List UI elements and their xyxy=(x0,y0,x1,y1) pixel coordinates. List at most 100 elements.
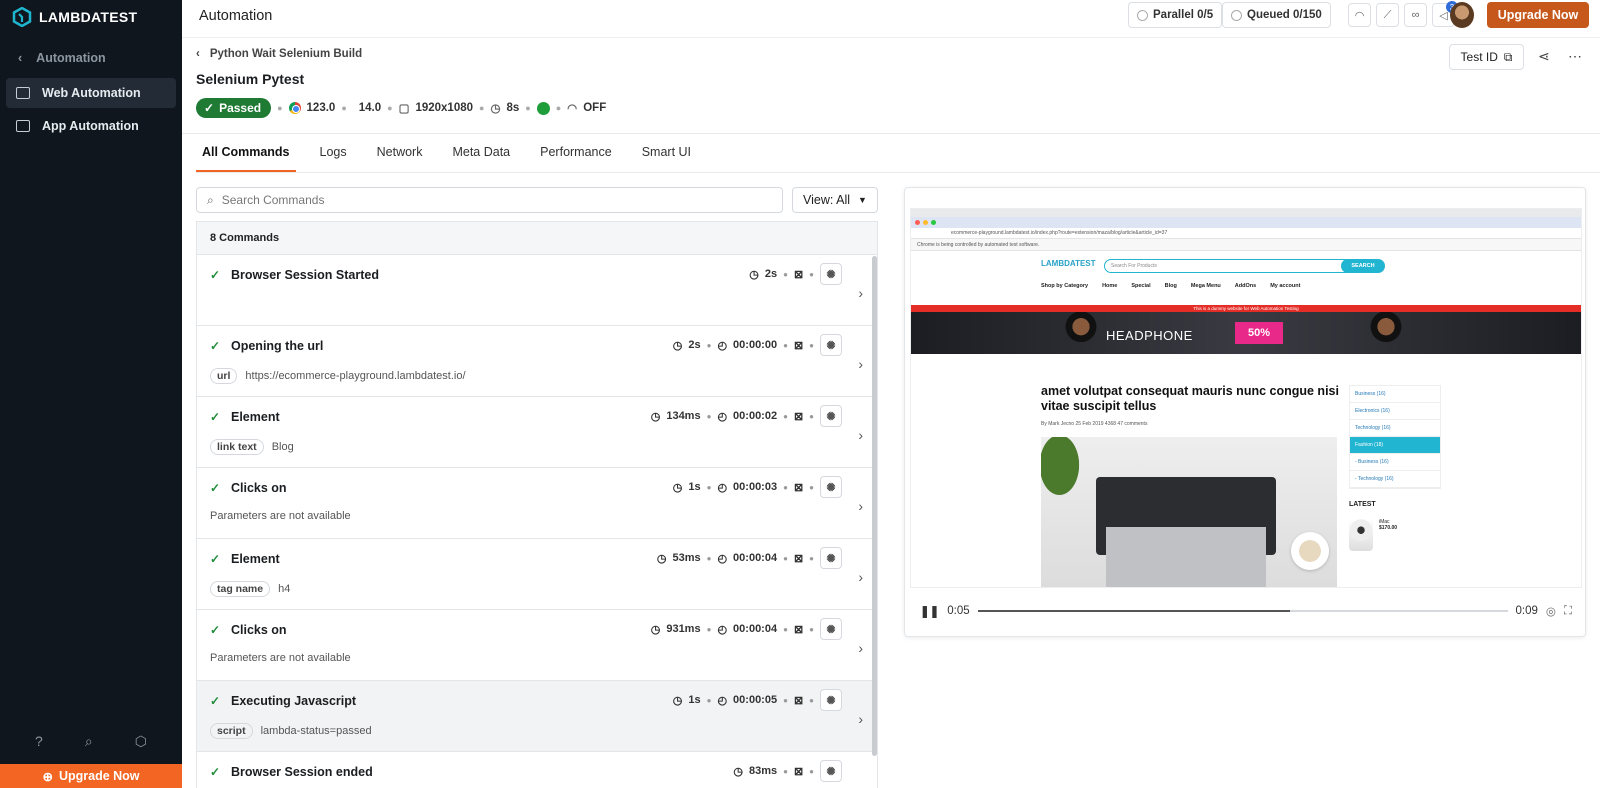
command-timestamp: 00:00:05 xyxy=(733,694,778,706)
command-row[interactable]: ✓ Executing Javascript ◷ 1s ● ◴ 00:00:05 ● ⊠ ● ✺ sc… xyxy=(197,681,877,752)
video-frame[interactable]: ecommerce-playground.lambdatest.io/index… xyxy=(910,208,1582,588)
chevron-right-icon[interactable]: › xyxy=(858,356,863,372)
site-notice-strip: This is a dummy website for Web Automati… xyxy=(911,305,1581,312)
check-icon: ✓ xyxy=(210,339,221,353)
chevron-right-icon[interactable]: › xyxy=(858,285,863,301)
integrations-button[interactable]: ∞ xyxy=(1404,3,1427,27)
bug-icon: ✺ xyxy=(826,339,836,352)
param-tag: tag name xyxy=(210,581,271,597)
separator: ● xyxy=(555,103,562,113)
test-id-button[interactable]: Test ID ⧉ xyxy=(1449,44,1524,70)
sidebar-item-app-automation[interactable]: App Automation xyxy=(6,111,176,141)
separator: ● xyxy=(479,103,485,113)
report-bug-button[interactable]: ✺ xyxy=(820,405,842,427)
report-bug-button[interactable]: ✺ xyxy=(820,334,842,356)
command-row[interactable]: ✓ Element ◷ 134ms ● ◴ 00:00:02 ● ⊠ ● ✺ link text Blo… xyxy=(197,397,877,468)
search-icon[interactable]: ⌕ xyxy=(85,733,93,750)
report-bug-button[interactable]: ✺ xyxy=(820,476,842,498)
breadcrumb[interactable]: ‹ Python Wait Selenium Build xyxy=(196,48,362,60)
report-bug-button[interactable]: ✺ xyxy=(820,760,842,782)
bug-icon: ✺ xyxy=(826,481,836,494)
report-bug-button[interactable]: ✺ xyxy=(820,547,842,569)
video-progress-track[interactable] xyxy=(977,610,1508,612)
clock-icon: ◷ xyxy=(650,410,661,423)
commands-scrollbar[interactable] xyxy=(872,256,877,756)
command-duration: 1s xyxy=(688,481,701,493)
separator: ● xyxy=(809,340,814,350)
tab-smart-ui[interactable]: Smart UI xyxy=(636,134,697,172)
pause-icon[interactable]: ❚❚ xyxy=(920,604,939,618)
more-options-icon[interactable]: ⋯ xyxy=(1568,48,1582,65)
param-value: Blog xyxy=(271,441,294,453)
separator: ● xyxy=(783,340,788,350)
parallel-counter[interactable]: Parallel 0/5 xyxy=(1128,2,1223,28)
check-icon: ✓ xyxy=(210,694,221,708)
command-row[interactable]: ✓ Opening the url ◷ 2s ● ◴ 00:00:00 ● ⊠ ● ✺ url http… xyxy=(197,326,877,397)
analytics-button[interactable]: ⟋ xyxy=(1376,3,1399,27)
tab-network[interactable]: Network xyxy=(371,134,429,172)
clock-icon: ◷ xyxy=(656,552,667,565)
avatar[interactable] xyxy=(1450,2,1474,28)
chevron-right-icon[interactable]: › xyxy=(858,640,863,656)
report-bug-button[interactable]: ✺ xyxy=(820,689,842,711)
sidebar-back-automation[interactable]: ‹ Automation xyxy=(18,51,106,65)
clock-icon: ◷ xyxy=(490,103,501,115)
chevron-right-icon[interactable]: › xyxy=(858,782,863,788)
browser-url-bar: ecommerce-playground.lambdatest.io/index… xyxy=(911,228,1581,239)
sidebar-back-label: Automation xyxy=(36,51,106,65)
logo[interactable]: LAMBDATEST xyxy=(12,6,137,28)
site-nav: Shop by Category Home Special Blog Mega … xyxy=(1041,283,1300,289)
report-bug-button[interactable]: ✺ xyxy=(820,263,842,285)
chevron-right-icon[interactable]: › xyxy=(858,498,863,514)
view-filter-dropdown[interactable]: View: All ▼ xyxy=(792,187,878,213)
tab-logs[interactable]: Logs xyxy=(314,134,353,172)
sidebar-upgrade-button[interactable]: ⊕ Upgrade Now xyxy=(0,764,182,788)
settings-icon[interactable]: ⬡ xyxy=(135,733,147,750)
chevron-right-icon[interactable]: › xyxy=(858,711,863,727)
queued-counter[interactable]: Queued 0/150 xyxy=(1222,2,1331,28)
command-row[interactable]: ✓ Clicks on ◷ 1s ● ◴ 00:00:03 ● ⊠ ● ✺ Parameters ar… xyxy=(197,468,877,539)
command-params: url https://ecommerce-playground.lambdate… xyxy=(210,368,466,384)
tab-all-commands[interactable]: All Commands xyxy=(196,134,296,172)
os-version: 14.0 xyxy=(358,102,382,114)
help-icon[interactable]: ? xyxy=(35,733,43,750)
check-icon: ✓ xyxy=(210,410,221,424)
search-commands-input[interactable]: ⌕ Search Commands xyxy=(196,187,783,213)
command-row[interactable]: ✓ Browser Session Started ◷ 2s ● ⊠ ● ✺ › xyxy=(197,255,877,326)
separator: ● xyxy=(277,103,283,113)
chevron-right-icon[interactable]: › xyxy=(858,427,863,443)
check-icon: ✓ xyxy=(210,765,221,779)
command-stats: ◷ 2s ● ◴ 00:00:00 ● ⊠ ● ✺ xyxy=(673,334,842,356)
command-stats: ◷ 1s ● ◴ 00:00:03 ● ⊠ ● ✺ xyxy=(673,476,842,498)
command-params: link text Blog xyxy=(210,439,294,455)
sidebar-item-web-automation[interactable]: Web Automation xyxy=(6,78,176,108)
tab-bar: All Commands Logs Network Meta Data Perf… xyxy=(196,134,715,172)
separator: ● xyxy=(783,695,788,705)
tab-performance[interactable]: Performance xyxy=(534,134,618,172)
command-row[interactable]: ✓ Element ◷ 53ms ● ◴ 00:00:04 ● ⊠ ● ✺ tag name h4 › xyxy=(197,539,877,610)
tunnel-button[interactable]: ◠ xyxy=(1348,3,1371,27)
report-bug-button[interactable]: ✺ xyxy=(820,618,842,640)
command-row[interactable]: ✓ Browser Session ended ◷ 83ms ● ⊠ ● ✺ › xyxy=(197,752,877,788)
site-logo: LAMBDATEST xyxy=(1041,259,1096,268)
param-tag: link text xyxy=(210,439,264,455)
bug-icon: ✺ xyxy=(826,410,836,423)
share-icon[interactable]: ⋖ xyxy=(1538,48,1550,65)
command-row[interactable]: ✓ Clicks on ◷ 931ms ● ◴ 00:00:04 ● ⊠ ● ✺ Parameters… xyxy=(197,610,877,681)
playback-speed-icon[interactable]: ◎ xyxy=(1546,604,1556,618)
analytics-icon: ⟋ xyxy=(1383,8,1392,21)
breadcrumb-build[interactable]: Python Wait Selenium Build xyxy=(210,48,362,60)
tunnel-status: OFF xyxy=(583,102,607,114)
product-price: $170.00 xyxy=(1379,525,1398,531)
current-time: 0:05 xyxy=(947,605,970,617)
separator: ● xyxy=(809,553,814,563)
duration: 8s xyxy=(506,102,520,114)
fullscreen-icon[interactable]: ⛶ xyxy=(1564,605,1572,618)
chevron-right-icon[interactable]: › xyxy=(858,569,863,585)
separator: ● xyxy=(706,695,712,705)
upgrade-now-button[interactable]: Upgrade Now xyxy=(1487,2,1589,28)
commands-panel: 8 Commands ✓ Browser Session Started ◷ 2s ● ⊠… xyxy=(196,221,878,788)
chevron-left-icon: ‹ xyxy=(18,51,23,65)
resolution: 1920x1080 xyxy=(415,102,474,114)
tab-meta-data[interactable]: Meta Data xyxy=(446,134,516,172)
